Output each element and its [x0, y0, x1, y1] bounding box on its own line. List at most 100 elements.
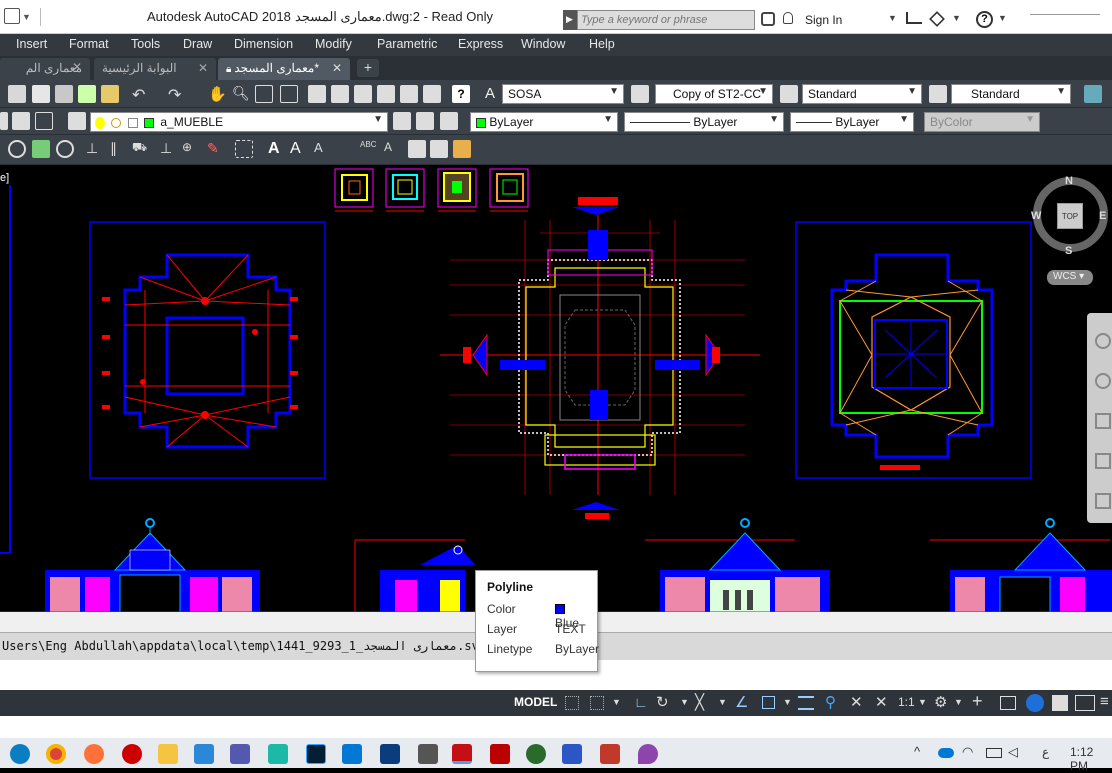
annotation-scale[interactable]: 1:1 [898, 695, 915, 709]
search-input[interactable] [577, 10, 755, 30]
lineweight-icon[interactable] [798, 696, 814, 710]
text-style-dropdown[interactable]: SOSA ▼ [502, 84, 624, 104]
object-snap-tracking-icon[interactable]: ∠ [735, 693, 748, 711]
text-style-icon[interactable]: A [485, 85, 503, 103]
chevron-down-icon[interactable]: ▼ [918, 697, 927, 707]
input-language[interactable]: ع [1042, 745, 1049, 759]
orbit-icon[interactable] [1095, 453, 1111, 469]
new-tab-button[interactable]: + [357, 59, 379, 77]
zoom-realtime-icon[interactable]: 🔍︎ [232, 85, 250, 103]
binoculars-icon[interactable] [761, 12, 775, 26]
sign-in-link[interactable]: Sign In [805, 13, 842, 27]
firefox-icon[interactable] [84, 744, 104, 764]
menu-express[interactable]: Express [458, 37, 503, 51]
paste-icon[interactable] [55, 85, 73, 103]
find-icon[interactable]: A [384, 140, 402, 158]
paste-special-icon[interactable] [78, 85, 96, 103]
menu-help[interactable]: Help [589, 37, 615, 51]
autoscale-icon[interactable]: ✕ [850, 693, 863, 711]
tool-palettes-icon[interactable] [354, 85, 372, 103]
vehicle-icon[interactable]: ⛟ [132, 140, 150, 158]
navigation-bar[interactable] [1087, 313, 1112, 523]
gear-icon[interactable]: ⚙ [934, 693, 947, 711]
properties-icon[interactable] [308, 85, 326, 103]
annotation-visibility-icon[interactable]: ⚲ [825, 693, 836, 711]
calculator-icon[interactable] [418, 744, 438, 764]
polar-icon[interactable]: ↻ [656, 693, 669, 711]
volume-icon[interactable]: ◁ [1008, 744, 1018, 760]
fullscreen-icon[interactable] [1075, 695, 1095, 711]
search-expand-icon[interactable]: ▶ [563, 10, 577, 30]
ortho-icon[interactable]: ∟ [634, 694, 648, 710]
clean-screen-icon[interactable] [1052, 695, 1068, 711]
tab-document-active[interactable]: 🔒︎ معمارى المسجد* ✕ [218, 58, 350, 80]
match-properties-icon[interactable] [101, 85, 119, 103]
zoom-window-icon[interactable] [255, 85, 273, 103]
app5-icon[interactable] [600, 744, 620, 764]
snap-icon[interactable]: ⊕ [182, 140, 200, 158]
hardware-acceleration-icon[interactable] [1026, 694, 1044, 712]
clock-time[interactable]: 1:12 PM [1070, 745, 1112, 773]
outlook-icon[interactable] [342, 744, 362, 764]
help-dropdown-icon[interactable]: ▼ [998, 13, 1007, 23]
menu-format[interactable]: Format [69, 37, 109, 51]
pan-icon[interactable]: ✋ [208, 85, 227, 103]
wcs-menu[interactable]: WCS ▾ [1047, 270, 1093, 285]
app3-icon[interactable] [268, 744, 288, 764]
close-icon[interactable]: ✕ [332, 61, 342, 75]
drawing-canvas[interactable]: e] TOP N S E W WCS ▾ [0, 165, 1112, 612]
perpendicular-icon[interactable]: ⊥ [160, 140, 178, 158]
pan-icon[interactable] [1095, 373, 1111, 389]
calculator-icon[interactable] [423, 85, 441, 103]
linetype-dropdown[interactable]: ByLayer ▼ [624, 112, 784, 132]
acrobat-icon[interactable] [490, 744, 510, 764]
zoom-extents-icon[interactable] [1095, 413, 1111, 429]
revcloud-icon[interactable] [56, 140, 74, 158]
compass-north[interactable]: N [1065, 175, 1073, 187]
app-icon[interactable] [122, 744, 142, 764]
markup-icon[interactable] [400, 85, 418, 103]
chrome-icon[interactable] [46, 744, 66, 764]
steering-wheel-icon[interactable] [1095, 333, 1111, 349]
menu-parametric[interactable]: Parametric [377, 37, 437, 51]
chevron-down-icon[interactable]: ▼ [718, 697, 727, 707]
photoshop-icon[interactable] [306, 744, 326, 764]
customize-icon[interactable]: ≡ [1100, 693, 1109, 710]
word-icon[interactable] [562, 744, 582, 764]
layer-previous-icon[interactable] [68, 112, 86, 130]
new-icon[interactable] [8, 85, 26, 103]
chevron-down-icon[interactable]: ▼ [680, 697, 689, 707]
showmotion-icon[interactable] [1095, 493, 1111, 509]
chevron-down-icon[interactable]: ▼ [783, 697, 792, 707]
spell-check-icon[interactable]: ABC [360, 140, 378, 158]
isodraft-icon[interactable]: ╳ [695, 693, 704, 711]
plus-icon[interactable]: + [972, 691, 983, 712]
draw-order-icon[interactable]: ✎ [207, 140, 225, 158]
tray-chevron-icon[interactable]: ^ [914, 744, 920, 759]
help-icon[interactable]: ? [452, 85, 470, 103]
file-explorer-icon[interactable] [158, 744, 178, 764]
menu-tools[interactable]: Tools [131, 37, 160, 51]
compass-west[interactable]: W [1031, 210, 1041, 222]
onedrive-icon[interactable] [938, 748, 954, 758]
object-snap-icon[interactable] [762, 696, 775, 709]
qat-dropdown-icon[interactable]: ▼ [22, 12, 31, 22]
mtext-icon[interactable]: A [290, 140, 308, 158]
edge-icon[interactable] [10, 744, 30, 764]
layer-walk-icon[interactable] [440, 112, 458, 130]
workspace-icon[interactable] [1084, 85, 1102, 103]
undo-icon[interactable]: ↶ [132, 85, 150, 104]
text-align-icon[interactable] [430, 140, 448, 158]
compass-south[interactable]: S [1065, 245, 1072, 257]
model-space-toggle[interactable]: MODEL [514, 695, 557, 709]
text-frame-icon[interactable] [408, 140, 426, 158]
isolate-objects-icon[interactable] [1000, 696, 1016, 710]
dim-style-icon[interactable] [631, 85, 649, 103]
dim-style-dropdown[interactable]: Copy of ST2-CC ▼ [655, 84, 773, 104]
menu-dimension[interactable]: Dimension [234, 37, 293, 51]
layer-properties-icon[interactable] [12, 112, 30, 130]
layer-state-icon[interactable] [35, 112, 53, 130]
close-icon[interactable]: ✕ [198, 61, 208, 75]
battery-icon[interactable] [986, 748, 1002, 758]
mleader-style-icon[interactable] [929, 85, 947, 103]
